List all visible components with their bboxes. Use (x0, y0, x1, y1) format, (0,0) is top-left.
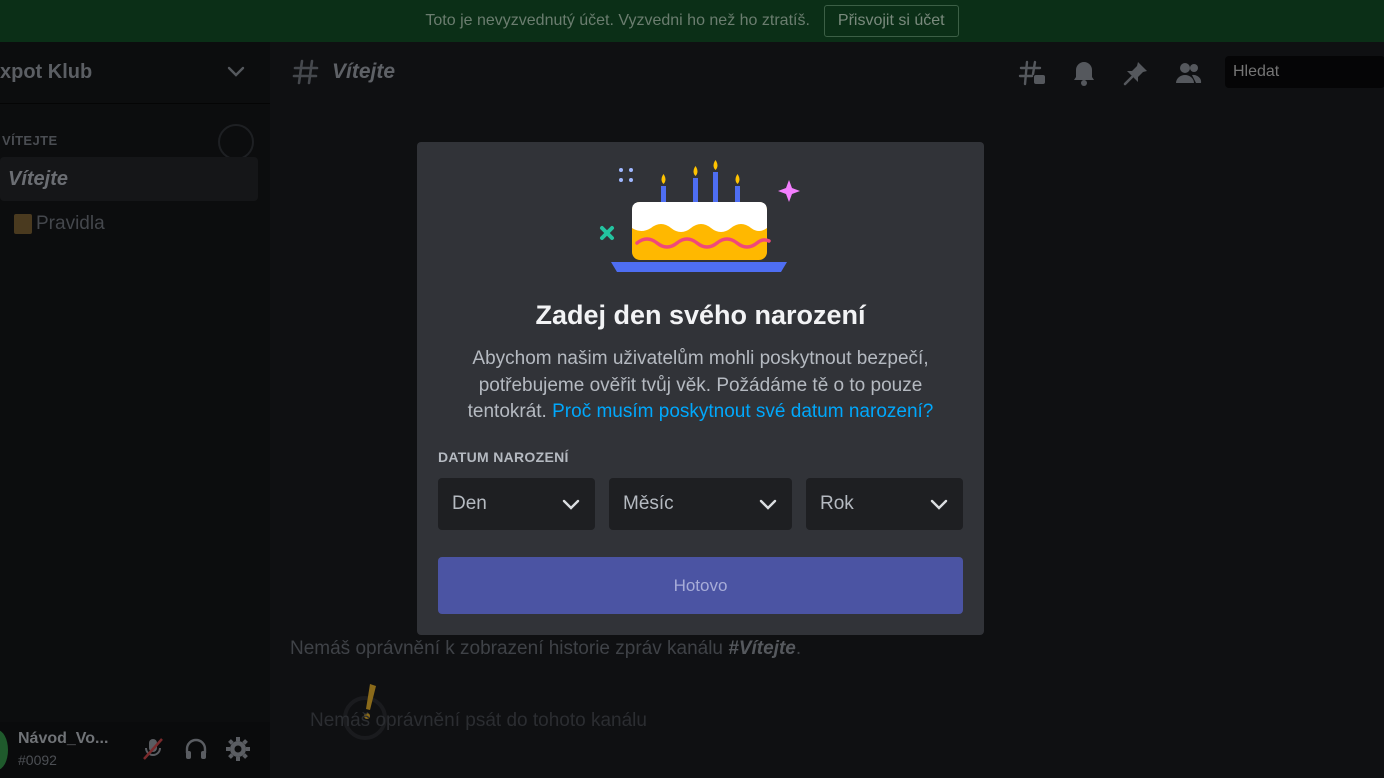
month-select-value: Měsíc (623, 493, 674, 514)
message-input-disabled: Nemáš oprávnění psát do tohoto kanálu (310, 710, 647, 731)
cake-illustration (600, 160, 800, 272)
hashtag-icon (292, 59, 319, 85)
channel-sidebar: xpot Klub VÍTEJTE Vítejte Pravidla Návod… (0, 42, 270, 778)
chevron-down-icon (759, 499, 777, 510)
done-button[interactable]: Hotovo (438, 557, 963, 614)
category-label[interactable]: VÍTEJTE (2, 133, 58, 148)
user-tag: #0092 (18, 752, 57, 768)
app-window: Toto je nevyzvednutý účet. Vyzvedni ho n… (0, 0, 1384, 778)
birthday-modal: Zadej den svého narození Abychom našim u… (417, 142, 984, 635)
sidebar-item-vitejte[interactable]: Vítejte (0, 157, 258, 201)
day-select-value: Den (452, 493, 487, 514)
no-permission-channel: #Vítejte (728, 638, 796, 659)
server-header[interactable]: xpot Klub (0, 42, 270, 104)
no-permission-end: . (795, 638, 802, 659)
user-name: Návod_Vo... (18, 730, 109, 747)
year-select[interactable]: Rok (806, 478, 963, 530)
scroll-emoji-icon (14, 214, 32, 234)
bell-icon[interactable] (1070, 59, 1098, 87)
birthdate-label: DATUM NAROZENÍ (438, 449, 569, 465)
channel-title: Vítejte (332, 60, 396, 83)
banner-text: Toto je nevyzvednutý účet. Vyzvedni ho n… (425, 12, 810, 29)
unclaimed-account-banner: Toto je nevyzvednutý účet. Vyzvedni ho n… (0, 0, 1384, 42)
add-channel-circle (218, 124, 254, 160)
members-icon[interactable] (1174, 59, 1202, 87)
year-select-value: Rok (820, 493, 854, 514)
chevron-down-icon (227, 66, 245, 77)
no-permission-message: Nemáš oprávnění k zobrazení historie zpr… (290, 638, 801, 660)
sidebar-item-pravidla[interactable]: Pravidla (14, 212, 105, 236)
pin-icon[interactable] (1122, 59, 1150, 87)
mic-muted-icon[interactable] (140, 736, 166, 762)
no-permission-text: Nemáš oprávnění k zobrazení historie zpr… (290, 638, 729, 659)
threads-icon[interactable] (1018, 59, 1046, 87)
gear-icon[interactable] (225, 736, 251, 762)
chevron-down-icon (930, 499, 948, 510)
headphones-icon[interactable] (183, 736, 209, 762)
modal-description: Abychom našim uživatelům mohli poskytnou… (445, 346, 956, 426)
why-birthday-link[interactable]: Proč musím poskytnout své datum narození… (552, 401, 933, 422)
channel-label: Pravidla (36, 213, 105, 234)
month-select[interactable]: Měsíc (609, 478, 792, 530)
server-name: xpot Klub (0, 61, 93, 83)
chevron-down-icon (562, 499, 580, 510)
claim-account-button[interactable]: Přisvojit si účet (823, 5, 959, 37)
user-panel: Návod_Vo... #0092 (0, 722, 270, 778)
search-input[interactable] (1225, 56, 1384, 88)
channel-header: Vítejte (270, 42, 1384, 104)
channel-label: Vítejte (8, 167, 69, 190)
modal-title: Zadej den svého narození (535, 300, 866, 330)
avatar[interactable] (0, 730, 8, 770)
day-select[interactable]: Den (438, 478, 595, 530)
